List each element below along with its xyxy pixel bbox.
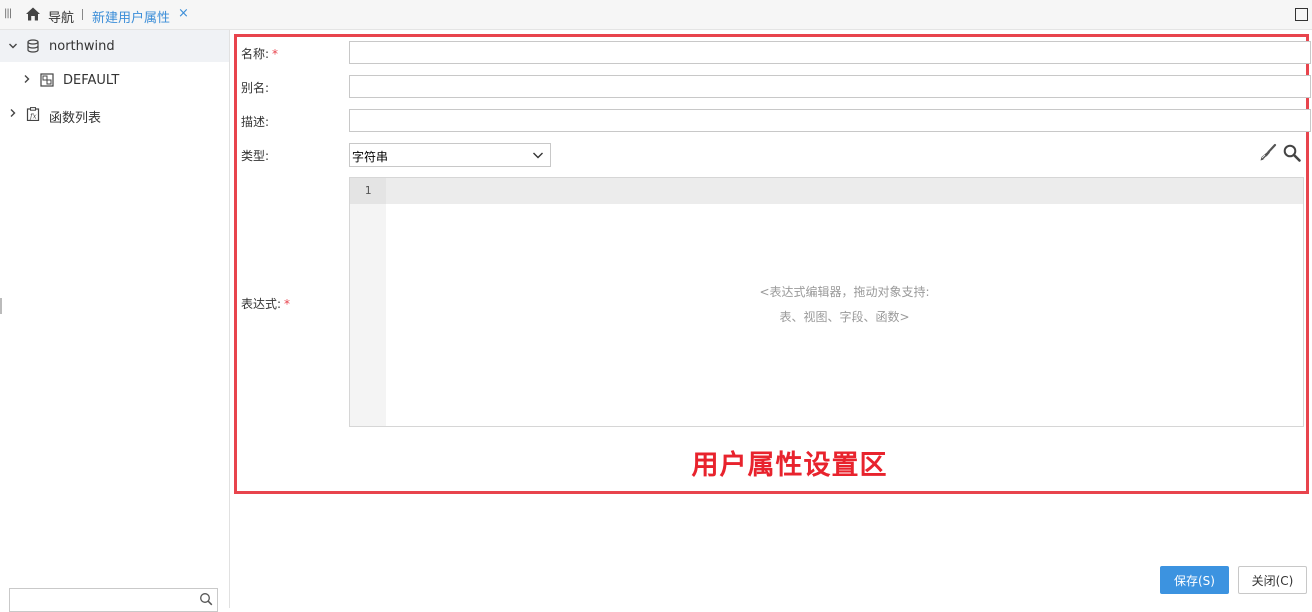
name-input[interactable] [349, 41, 1311, 64]
schema-icon [40, 73, 54, 87]
expression-label: 表达式: * [241, 297, 291, 311]
chevron-right-icon[interactable] [22, 74, 32, 84]
chevron-right-icon[interactable] [8, 108, 18, 118]
tree-item-default[interactable]: DEFAULT [0, 64, 229, 96]
tree-item-northwind[interactable]: northwind [0, 30, 229, 62]
maximize-icon[interactable] [1295, 8, 1308, 21]
chevron-down-icon [533, 152, 543, 159]
expression-editor[interactable]: 1 <表达式编辑器，拖动对象支持: 表、视图、字段、函数> [349, 177, 1304, 427]
type-label: 类型: [241, 149, 270, 163]
sidebar-search-input[interactable] [9, 588, 218, 612]
search-icon[interactable] [199, 592, 213, 606]
type-select-value: 字符串 [352, 150, 389, 164]
editor-placeholder-line: <表达式编辑器，拖动对象支持: [759, 285, 930, 299]
clear-broom-icon[interactable] [1258, 143, 1278, 163]
tab-bar: ||| 导航 新建用户属性 × [0, 0, 1312, 30]
type-select[interactable]: 字符串 [349, 143, 551, 167]
grip-icon[interactable]: ||| [4, 8, 12, 19]
home-icon[interactable] [25, 6, 41, 22]
editor-placeholder: <表达式编辑器，拖动对象支持: 表、视图、字段、函数> [386, 280, 1303, 330]
svg-text:fx: fx [29, 113, 37, 121]
editor-placeholder-line: 表、视图、字段、函数> [779, 310, 910, 324]
tree-item-label: northwind [49, 39, 115, 54]
chevron-down-icon[interactable] [8, 41, 18, 51]
editor-active-line [386, 178, 1303, 204]
alias-label: 别名: [241, 81, 270, 95]
tab-close-icon[interactable]: × [178, 6, 189, 21]
main-panel: 名称: * 别名: 描述: 类型: 字符串 表达式: * 1 <表达式编辑器，拖动对… [231, 30, 1312, 608]
required-mark: * [272, 47, 279, 61]
resize-handle[interactable] [0, 298, 2, 314]
description-label: 描述: [241, 115, 270, 129]
line-number: 1 [350, 178, 386, 204]
sidebar: northwind DEFAULT fx 函数列表 [0, 30, 230, 612]
close-button[interactable]: 关闭(C) [1238, 566, 1307, 594]
tree-item-function-list[interactable]: fx 函数列表 [0, 98, 229, 130]
save-button[interactable]: 保存(S) [1160, 566, 1229, 594]
alias-input[interactable] [349, 75, 1311, 98]
tab-new-user-attribute[interactable]: 新建用户属性 [92, 7, 170, 26]
tab-separator [82, 9, 83, 20]
tree-item-label: DEFAULT [63, 73, 120, 88]
tree-item-label: 函数列表 [49, 111, 102, 126]
description-input[interactable] [349, 109, 1311, 132]
editor-gutter [350, 178, 386, 426]
tab-navigation[interactable]: 导航 [48, 7, 74, 26]
function-list-icon: fx [26, 107, 40, 121]
region-label: 用户属性设置区 [691, 450, 888, 481]
database-icon [27, 39, 39, 53]
name-label: 名称: * [241, 47, 279, 61]
required-mark: * [284, 297, 291, 311]
search-icon[interactable] [1282, 143, 1302, 163]
